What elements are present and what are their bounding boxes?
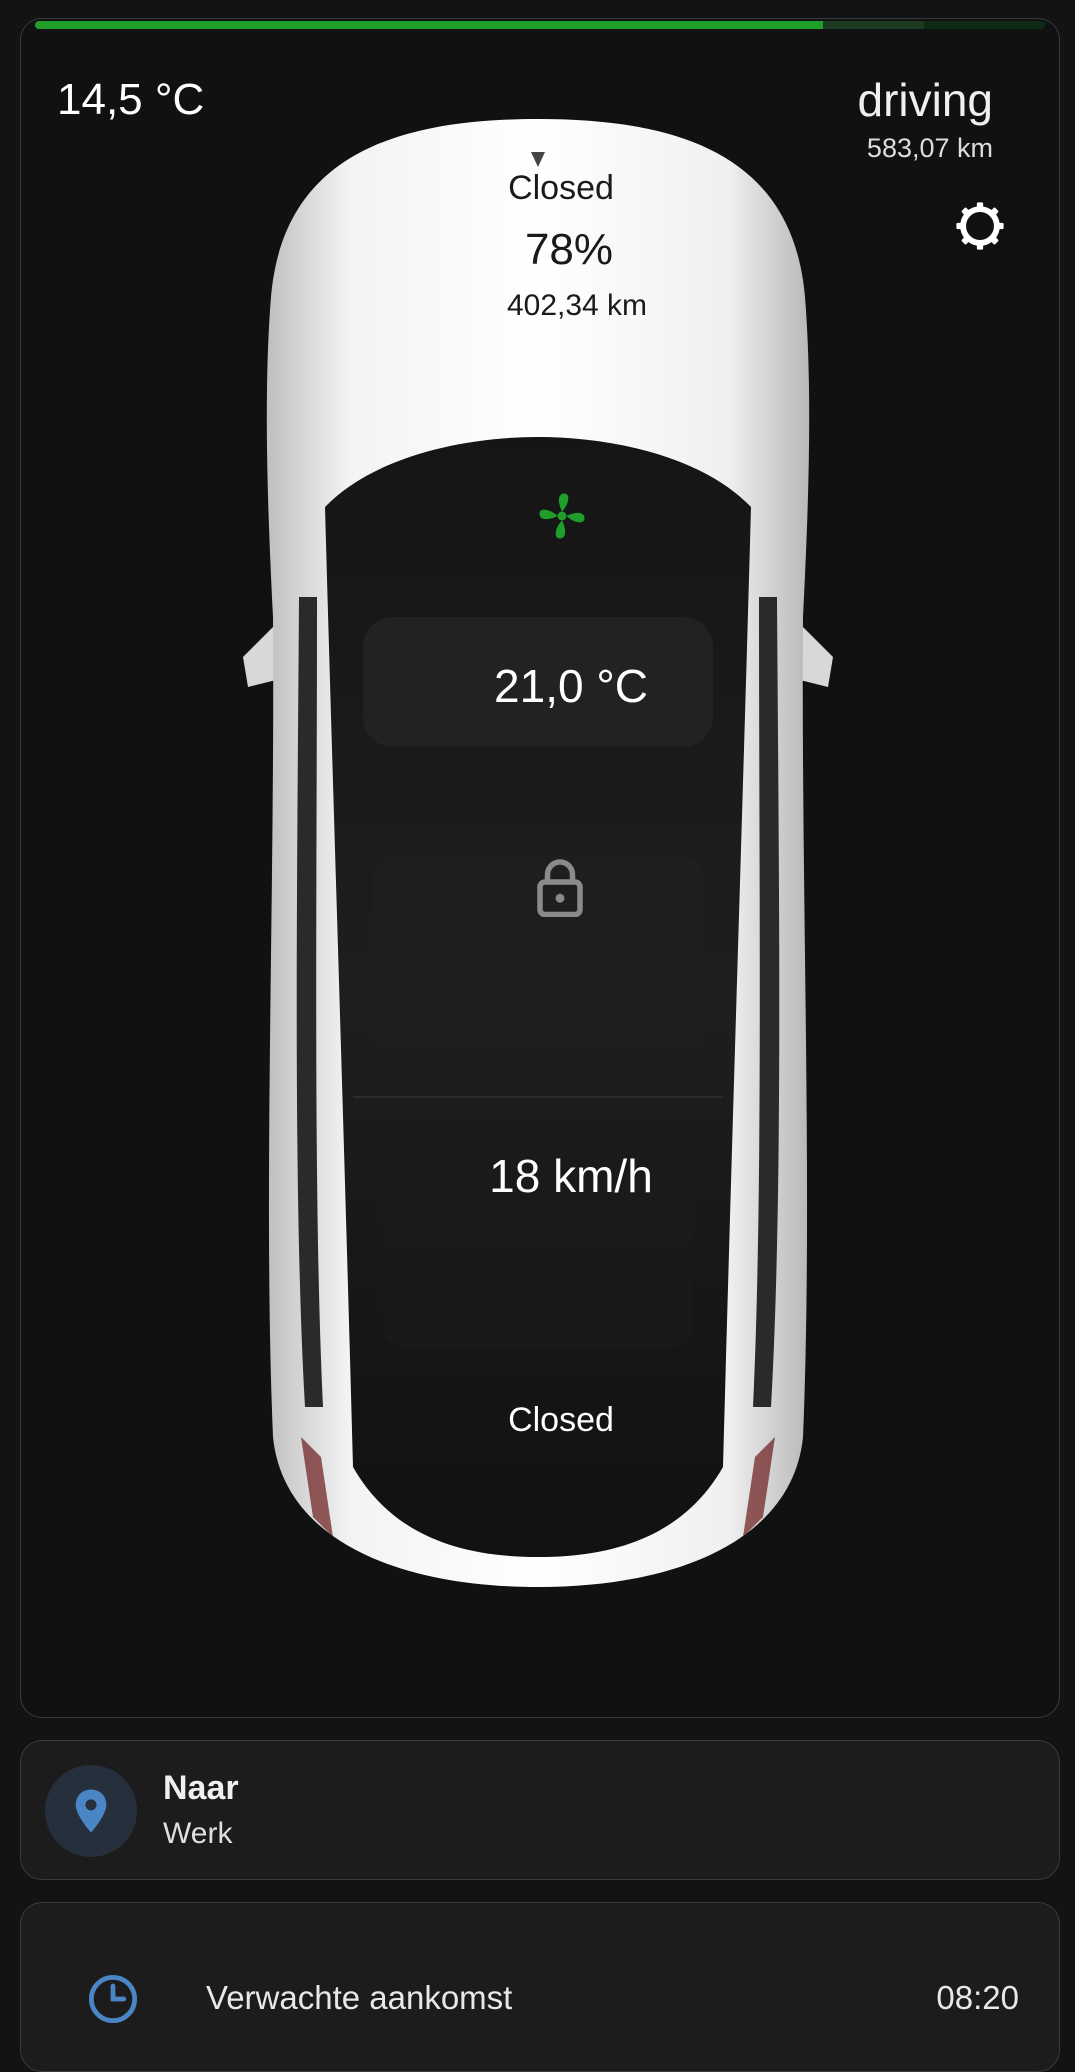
- odometer: 583,07 km: [866, 133, 993, 163]
- gear-icon[interactable]: [953, 199, 1007, 253]
- eta-value: 08:20: [936, 1979, 1019, 2016]
- eta-label: Verwachte aankomst: [206, 1979, 513, 2016]
- battery-progress-bar: [35, 21, 1045, 29]
- navigation-icon-badge: [45, 1765, 137, 1857]
- eta-card: Verwachte aankomst 08:20: [20, 1902, 1060, 2072]
- fan-icon[interactable]: [535, 489, 589, 543]
- speed: 18 km/h: [489, 1150, 653, 1202]
- vehicle-state: driving: [857, 74, 993, 126]
- navigation-card[interactable]: Naar Werk: [20, 1740, 1060, 1880]
- battery-progress-fill: [35, 21, 823, 29]
- inside-temperature[interactable]: 21,0 °C: [416, 659, 726, 713]
- battery-level: 78%: [524, 225, 614, 274]
- frunk-status[interactable]: Closed: [411, 169, 711, 208]
- range: 402,34 km: [506, 289, 648, 322]
- outside-temperature: 14,5 °C: [57, 75, 205, 124]
- car-card: 14,5 °C driving 583,07 km Closed 78% 402…: [20, 18, 1060, 1718]
- lock-icon[interactable]: [535, 857, 585, 917]
- navigation-title: Naar: [163, 1769, 239, 1807]
- map-pin-icon: [75, 1789, 107, 1833]
- trunk-status[interactable]: Closed: [411, 1401, 711, 1440]
- battery-progress-remaining: [923, 21, 1045, 29]
- navigation-destination: Werk: [163, 1817, 233, 1850]
- clock-icon: [88, 1974, 138, 2024]
